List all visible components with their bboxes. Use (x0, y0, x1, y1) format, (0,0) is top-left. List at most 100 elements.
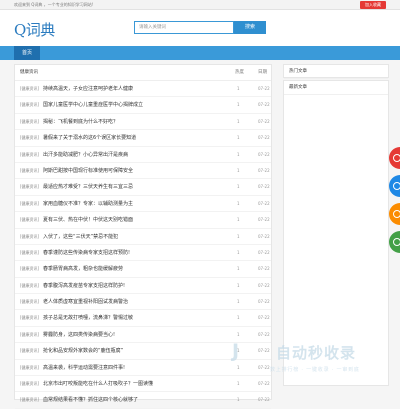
table-row[interactable]: [健康资讯] 持续高温天，子女应注意呵护老年人健康 1 07-22 (15, 81, 271, 98)
table-row[interactable]: [健康资讯] 血常规结果看不懂？抓住这四个核心就够了 1 07-22 (15, 392, 271, 409)
row-views: 1 (237, 200, 240, 206)
row-category: [健康资讯] (20, 151, 40, 157)
table-row[interactable]: [健康资讯] 孩子总是无故打喷嚏，流鼻涕？警惕过敏 1 07-22 (15, 310, 271, 327)
table-row[interactable]: [健康资讯] 老人体质虚寒宜重视补阳固试发病警治 1 07-22 (15, 294, 271, 311)
table-row[interactable]: [健康资讯] 春季肠胃病高发，粗杂也能缓解疲劳 1 07-22 (15, 261, 271, 278)
row-title[interactable]: 持续高温天，子女应注意呵护老年人健康 (43, 81, 133, 97)
table-row[interactable]: [健康资讯] 春季腹泻高发疫苗专家支招这样防护! 1 07-22 (15, 278, 271, 295)
row-date: 07-22 (258, 315, 270, 321)
top-bar: 欢迎来到 Q词典 ，一个专业的知识学习网站! 加入收藏 (0, 0, 400, 10)
row-views: 1 (237, 102, 240, 108)
weibo-icon (393, 154, 400, 162)
row-views: 1 (237, 184, 240, 190)
row-title[interactable]: 夏有三伏、热在中伏！中伏这天别吃错面 (43, 212, 133, 228)
list-header: 健康资讯 热度 日期 (15, 65, 271, 81)
search-button[interactable]: 搜索 (234, 21, 266, 34)
row-views: 1 (237, 167, 240, 173)
table-row[interactable]: [健康资讯] 夏有三伏、热在中伏！中伏这天别吃错面 1 07-22 (15, 212, 271, 229)
row-category: [健康资讯] (20, 167, 40, 173)
row-date: 07-22 (258, 282, 270, 288)
row-category: [健康资讯] (20, 348, 40, 354)
row-title[interactable]: 高温来袭，科学运动需要注意四件事! (43, 360, 125, 376)
row-category: [健康资讯] (20, 299, 40, 305)
row-views: 1 (237, 217, 240, 223)
row-title[interactable]: 家用血糖仪不准？专家：以辅助测量为主 (43, 196, 133, 212)
nav-home-tab[interactable]: 首页 (14, 46, 40, 60)
row-category: [健康资讯] (20, 381, 40, 387)
row-title[interactable]: 暑假来了关于溺水的这6个误区家长要知道 (43, 130, 136, 146)
row-date: 07-22 (258, 135, 270, 141)
row-views: 1 (237, 397, 240, 403)
main-nav: 首页 (0, 46, 400, 60)
row-views: 1 (237, 282, 240, 288)
row-date: 07-22 (258, 167, 270, 173)
row-date: 07-22 (258, 184, 270, 190)
table-row[interactable]: [健康资讯] 家用血糖仪不准？专家：以辅助测量为主 1 07-22 (15, 196, 271, 213)
row-category: [健康资讯] (20, 266, 40, 272)
watermark-sub-text: 数上排行榜 · 一键收录 · 一审到底 (270, 367, 360, 373)
row-title[interactable]: 最适应热才难受？三伏天养生有三宜三忌 (43, 179, 133, 195)
table-row[interactable]: [健康资讯] 入伏了，这些“三伏天”禁忌不能犯 1 07-22 (15, 229, 271, 245)
row-title[interactable]: 春季腹泻高发疫苗专家支招这样防护! (43, 278, 125, 294)
row-title[interactable]: 孩子总是无故打喷嚏，流鼻涕？警惕过敏 (43, 310, 133, 326)
float-wechat-button[interactable] (389, 231, 400, 253)
table-row[interactable]: [健康资讯] 最适应热才难受？三伏天养生有三宜三忌 1 07-22 (15, 179, 271, 196)
row-category: [健康资讯] (20, 331, 40, 337)
row-title[interactable]: 出汗多能助减肥？小心异常出汗是疾病 (43, 147, 128, 163)
row-date: 07-22 (258, 266, 270, 272)
wechat-icon (393, 238, 400, 246)
row-category: [健康资讯] (20, 249, 40, 255)
row-date: 07-22 (258, 102, 270, 108)
row-date: 07-22 (258, 118, 270, 124)
row-title[interactable]: 老人体质虚寒宜重视补阳固试发病警治 (43, 294, 128, 310)
row-date: 07-22 (258, 249, 270, 255)
row-views: 1 (237, 135, 240, 141)
row-views: 1 (237, 233, 240, 239)
watermark-logo: J (232, 340, 240, 362)
table-row[interactable]: [健康资讯] 春季谨防这些传染病专家支招这样预防! 1 07-22 (15, 245, 271, 262)
row-date: 07-22 (258, 86, 270, 91)
table-row[interactable]: [健康资讯] 出汗多能助减肥？小心异常出汗是疾病 1 07-22 (15, 147, 271, 163)
float-contact-button[interactable] (389, 203, 400, 225)
row-title[interactable]: 国家儿童医学中心儿童重症医学中心揭牌成立 (43, 97, 143, 113)
row-views: 1 (237, 299, 240, 305)
row-title[interactable]: 春季谨防这些传染病专家支招这样预防! (43, 245, 130, 261)
row-category: [健康资讯] (20, 364, 40, 370)
add-favorite-button[interactable]: 加入收藏 (360, 1, 386, 9)
row-title[interactable]: 阿斯巴甜按中国现行标准使用可保障安全 (43, 163, 133, 179)
float-home-button[interactable] (389, 175, 400, 197)
row-title[interactable]: 血常规结果看不懂？抓住这四个核心就够了 (43, 392, 138, 408)
table-row[interactable]: [健康资讯] 揭秘：飞机餐到底为什么不好吃？ 1 07-22 (15, 114, 271, 131)
row-title[interactable]: 雾霾防身，这四类传染病要当心! (43, 327, 115, 343)
row-title[interactable]: 抢化和品安规外家数会的“鹿伍瓶腐” (43, 343, 123, 359)
row-category: [健康资讯] (20, 86, 40, 91)
row-date: 07-22 (258, 200, 270, 206)
latest-articles-title: 最新文章 (284, 81, 388, 95)
row-views: 1 (237, 151, 240, 157)
search-input[interactable]: 请输入关键词 (134, 21, 234, 34)
hot-articles-panel: 热门文章 (283, 64, 389, 79)
table-row[interactable]: [健康资讯] 阿斯巴甜按中国现行标准使用可保障安全 1 07-22 (15, 163, 271, 180)
site-logo[interactable]: Q词典 (14, 19, 55, 40)
welcome-text: 欢迎来到 Q词典 ，一个专业的知识学习网站! (14, 2, 94, 7)
row-title[interactable]: 春季肠胃病高发，粗杂也能缓解疲劳 (43, 261, 123, 277)
row-date: 07-22 (258, 397, 270, 403)
row-category: [健康资讯] (20, 200, 40, 206)
watermark-main-text: 自动秒收录 (276, 344, 357, 362)
site-header: Q词典 请输入关键词 搜索 (0, 10, 400, 46)
float-weibo-button[interactable] (389, 147, 400, 169)
row-category: [健康资讯] (20, 184, 40, 190)
row-title[interactable]: 北京市出叮咬叛能吃在什么人打吸吹子？一图读懂 (43, 376, 153, 392)
row-title[interactable]: 入伏了，这些“三伏天”禁忌不能犯 (43, 229, 118, 245)
row-title[interactable]: 揭秘：飞机餐到底为什么不好吃？ (43, 114, 118, 130)
watermark: J 自动秒收录 数上排行榜 · 一键收录 · 一审到底 (226, 340, 400, 380)
row-date: 07-22 (258, 299, 270, 305)
row-category: [健康资讯] (20, 315, 40, 321)
row-views: 1 (237, 266, 240, 272)
row-views: 1 (237, 118, 240, 124)
table-row[interactable]: [健康资讯] 国家儿童医学中心儿童重症医学中心揭牌成立 1 07-22 (15, 97, 271, 114)
table-row[interactable]: [健康资讯] 暑假来了关于溺水的这6个误区家长要知道 1 07-22 (15, 130, 271, 147)
home-icon (393, 182, 400, 190)
column-date-header: 日期 (258, 70, 267, 75)
row-date: 07-22 (258, 151, 270, 157)
